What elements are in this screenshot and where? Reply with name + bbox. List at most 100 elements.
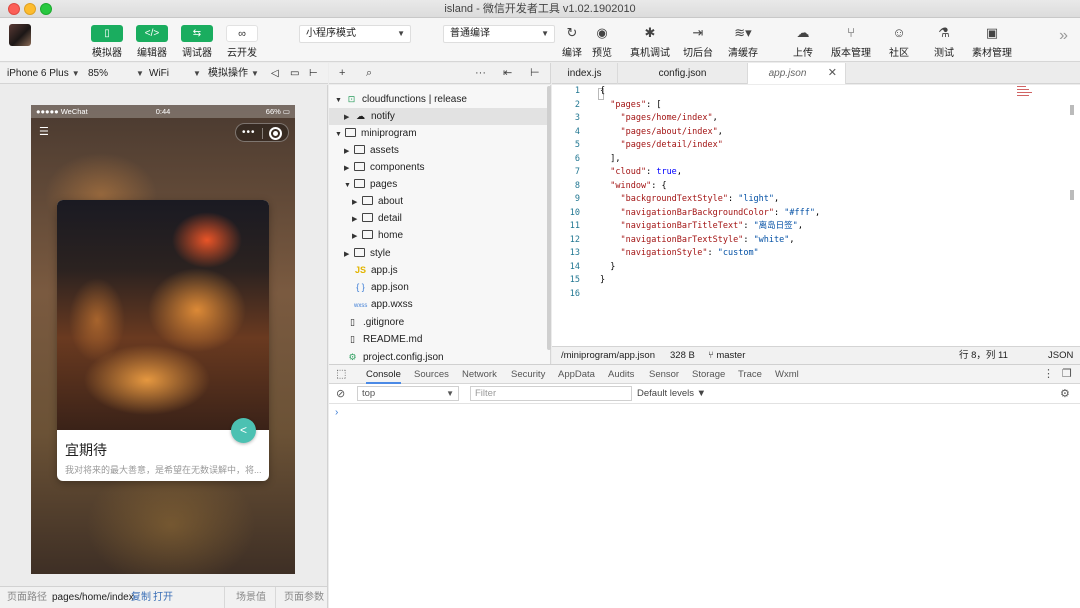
tab-security[interactable]: Security <box>511 365 545 384</box>
context-select[interactable]: top ▼ <box>357 386 459 401</box>
tab-storage[interactable]: Storage <box>692 365 725 384</box>
main-toolbar: ▯ 模拟器 </> 编辑器 ⇆ 调试器 ∞ 云开发 小程序模式 ▼ 普通编译 ▼… <box>0 18 1080 62</box>
open-link[interactable]: 打开 <box>153 587 173 608</box>
volume-icon[interactable]: ◁ <box>271 63 279 84</box>
folder-icon <box>362 196 373 205</box>
cloud-link-icon: ∞ <box>226 25 258 42</box>
close-target-icon[interactable] <box>269 127 282 140</box>
compile-select[interactable]: 普通编译 ▼ <box>443 25 555 43</box>
tree-item-about[interactable]: ▶ about <box>352 193 403 210</box>
scene-button[interactable]: 场景值 <box>236 587 266 608</box>
console-toolbar: ⊘ top ▼ Filter Default levels ▼ ⚙ <box>329 384 1080 404</box>
battery-icon: ▭ <box>282 107 290 116</box>
more-dots-icon[interactable]: ··· <box>475 63 486 84</box>
language-mode[interactable]: JSON <box>1048 347 1073 364</box>
tree-item-cloudfunctions[interactable]: ▼ ⊡ cloudfunctions | release <box>335 91 467 108</box>
code-editor[interactable]: 1 2 3 4 5 6 7 8 9 10 11 12 13 14 15 16 {… <box>552 85 1080 346</box>
zoom-select[interactable]: 85% ▼ <box>88 63 144 84</box>
minimap[interactable]: ▬▬▬ ▬▬▬▬ ▬▬▬▬▬ ▬▬▬▬ <box>1017 85 1043 105</box>
collapse-icon[interactable]: ⇤ <box>503 63 512 84</box>
card-title: 宜期待 <box>65 442 107 458</box>
dock-icon[interactable]: ⊢ <box>309 63 318 84</box>
tab-network[interactable]: Network <box>462 365 497 384</box>
city-night-image <box>57 200 269 430</box>
console-filter-input[interactable]: Filter <box>470 386 632 401</box>
triangle-down-icon: ▼ <box>335 97 342 104</box>
tree-item-gitignore[interactable]: ▯ .gitignore <box>346 314 404 331</box>
more-dots-icon[interactable]: ••• <box>242 126 256 139</box>
search-icon[interactable]: ⌕ <box>366 63 372 84</box>
editor-button[interactable]: </> 编辑器 <box>129 22 175 59</box>
split-icon[interactable]: ⊢ <box>530 63 540 84</box>
operate-select[interactable]: 模拟操作 ▼ <box>208 63 259 84</box>
clear-console-icon[interactable]: ⊘ <box>336 384 345 404</box>
preview-button[interactable]: ◉ 预览 <box>579 22 625 59</box>
minimize-window-button[interactable] <box>24 3 36 15</box>
remote-debug-button[interactable]: ✱ 真机调试 <box>627 22 673 59</box>
kebab-menu-icon[interactable]: ⋮ <box>1043 365 1054 384</box>
copy-link[interactable]: 复制 <box>131 587 151 608</box>
phone-status-bar: ●●●●● WeChat 0:44 66% ▭ <box>31 105 295 118</box>
tab-app-json[interactable]: app.json ✕ <box>748 63 846 84</box>
gear-icon[interactable]: ⚙ <box>1060 384 1070 404</box>
tree-scrollbar[interactable] <box>547 86 551 350</box>
tree-item-assets[interactable]: ▶ assets <box>344 142 399 159</box>
tree-item-pages[interactable]: ▼ pages <box>344 176 397 193</box>
console-output[interactable]: › <box>329 404 1080 608</box>
tab-appdata[interactable]: AppData <box>558 365 595 384</box>
tree-item-miniprogram[interactable]: ▼ miniprogram <box>335 125 417 142</box>
tree-item-home[interactable]: ▶ home <box>352 227 403 244</box>
tree-item-readme[interactable]: ▯ README.md <box>346 331 422 348</box>
hamburger-menu-icon[interactable]: ☰ <box>39 127 51 138</box>
tree-item-app-json[interactable]: { } app.json <box>354 279 409 296</box>
editor-status-bar: /miniprogram/app.json 328 B ⑂ master 行 8… <box>552 346 1080 364</box>
tab-config-json[interactable]: config.json <box>618 63 748 84</box>
tree-item-components[interactable]: ▶ components <box>344 159 424 176</box>
tab-console[interactable]: Console <box>366 365 401 384</box>
upload-button[interactable]: ☁ 上传 <box>780 22 826 59</box>
share-icon[interactable]: < <box>231 418 256 443</box>
community-button[interactable]: ☺ 社区 <box>876 22 922 59</box>
tab-sensor[interactable]: Sensor <box>649 365 679 384</box>
inspect-icon[interactable]: ⬚ <box>336 365 346 384</box>
tab-sources[interactable]: Sources <box>414 365 449 384</box>
tree-item-notify[interactable]: ▶ ☁ notify <box>329 108 550 125</box>
wxss-file-icon: wxss <box>354 303 368 309</box>
test-button[interactable]: ⚗ 测试 <box>921 22 967 59</box>
tab-audits[interactable]: Audits <box>608 365 634 384</box>
tab-index-js[interactable]: index.js <box>552 63 618 84</box>
tab-wxml[interactable]: Wxml <box>775 365 799 384</box>
undock-icon[interactable]: ❐ <box>1062 365 1072 384</box>
simulator-button[interactable]: ▯ 模拟器 <box>84 22 130 59</box>
network-select[interactable]: WiFi ▼ <box>149 63 201 84</box>
user-avatar[interactable] <box>9 24 31 46</box>
cloud-button[interactable]: ∞ 云开发 <box>219 22 265 59</box>
more-chevron-icon[interactable]: » <box>1059 27 1068 45</box>
phone-screen[interactable]: ●●●●● WeChat 0:44 66% ▭ ☰ ••• 宜期待 我对将来的最… <box>31 105 295 574</box>
clear-cache-button[interactable]: ≋▾ 清缓存 <box>720 22 766 59</box>
capsule-button[interactable]: ••• <box>235 123 289 142</box>
cursor-position[interactable]: 行 8，列 11 <box>959 347 1008 364</box>
zoom-window-button[interactable] <box>40 3 52 15</box>
background-button[interactable]: ⇥ 切后台 <box>675 22 721 59</box>
close-tab-icon[interactable]: ✕ <box>828 63 837 84</box>
tree-item-app-js[interactable]: JS app.js <box>354 262 398 279</box>
window-icon[interactable]: ▭ <box>290 63 299 84</box>
add-icon[interactable]: + <box>339 63 345 84</box>
device-select[interactable]: iPhone 6 Plus ▼ <box>7 63 80 84</box>
tree-item-project-config[interactable]: ⚙ project.config.json <box>346 349 443 365</box>
chevron-down-icon: ▼ <box>71 69 80 78</box>
assets-button[interactable]: ▣ 素材管理 <box>969 22 1015 59</box>
tree-item-app-wxss[interactable]: wxss app.wxss <box>354 296 413 313</box>
debugger-button[interactable]: ⇆ 调试器 <box>174 22 220 59</box>
tree-item-detail[interactable]: ▶ detail <box>352 210 402 227</box>
editor-tabs: index.js config.json app.json ✕ <box>552 63 1080 84</box>
close-window-button[interactable] <box>8 3 20 15</box>
page-params-button[interactable]: 页面参数 <box>284 587 324 608</box>
git-branch[interactable]: ⑂ master <box>708 347 745 364</box>
tree-item-style[interactable]: ▶ style <box>344 245 391 262</box>
log-levels-select[interactable]: Default levels ▼ <box>637 384 706 404</box>
mode-select[interactable]: 小程序模式 ▼ <box>299 25 411 43</box>
tab-trace[interactable]: Trace <box>738 365 762 384</box>
version-button[interactable]: ⑂ 版本管理 <box>828 22 874 59</box>
